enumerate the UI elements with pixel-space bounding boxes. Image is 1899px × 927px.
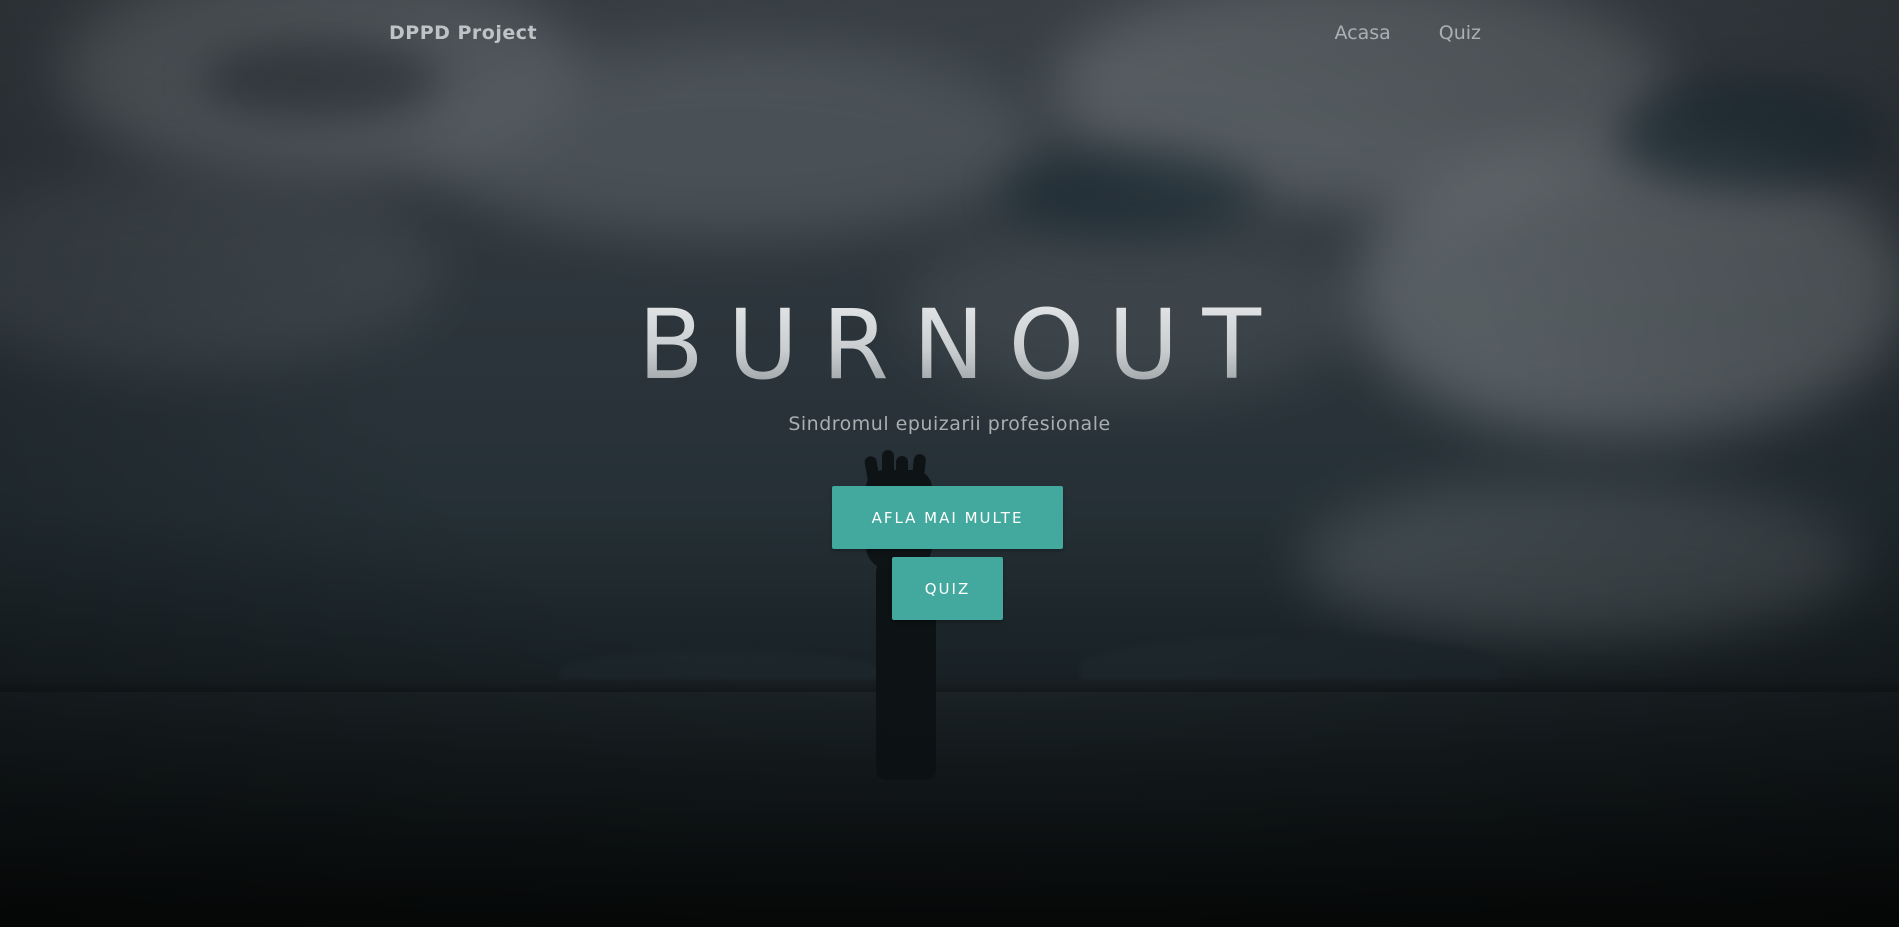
quiz-button[interactable]: QUIZ xyxy=(892,557,1003,620)
top-navigation: DPPD Project Acasa Quiz xyxy=(0,0,1899,70)
hero-subtitle: Sindromul epuizarii profesionale xyxy=(788,413,1111,435)
brand-link[interactable]: DPPD Project xyxy=(389,22,537,44)
background-horizon xyxy=(0,676,1899,692)
nav-links: Acasa Quiz xyxy=(1334,22,1481,44)
hero-section: DPPD Project Acasa Quiz BURNOUT Sindromu… xyxy=(0,0,1899,927)
hero-title: BURNOUT xyxy=(0,290,1899,400)
learn-more-button[interactable]: AFLA MAI MULTE xyxy=(832,486,1063,549)
background-cloud xyxy=(1300,480,1860,640)
background-sky-patch xyxy=(1620,80,1880,190)
background-sea xyxy=(0,680,1899,927)
nav-link-acasa[interactable]: Acasa xyxy=(1334,22,1390,44)
background-cloud xyxy=(420,40,1040,240)
background-sky-patch xyxy=(1000,150,1260,240)
nav-link-quiz[interactable]: Quiz xyxy=(1439,22,1481,44)
